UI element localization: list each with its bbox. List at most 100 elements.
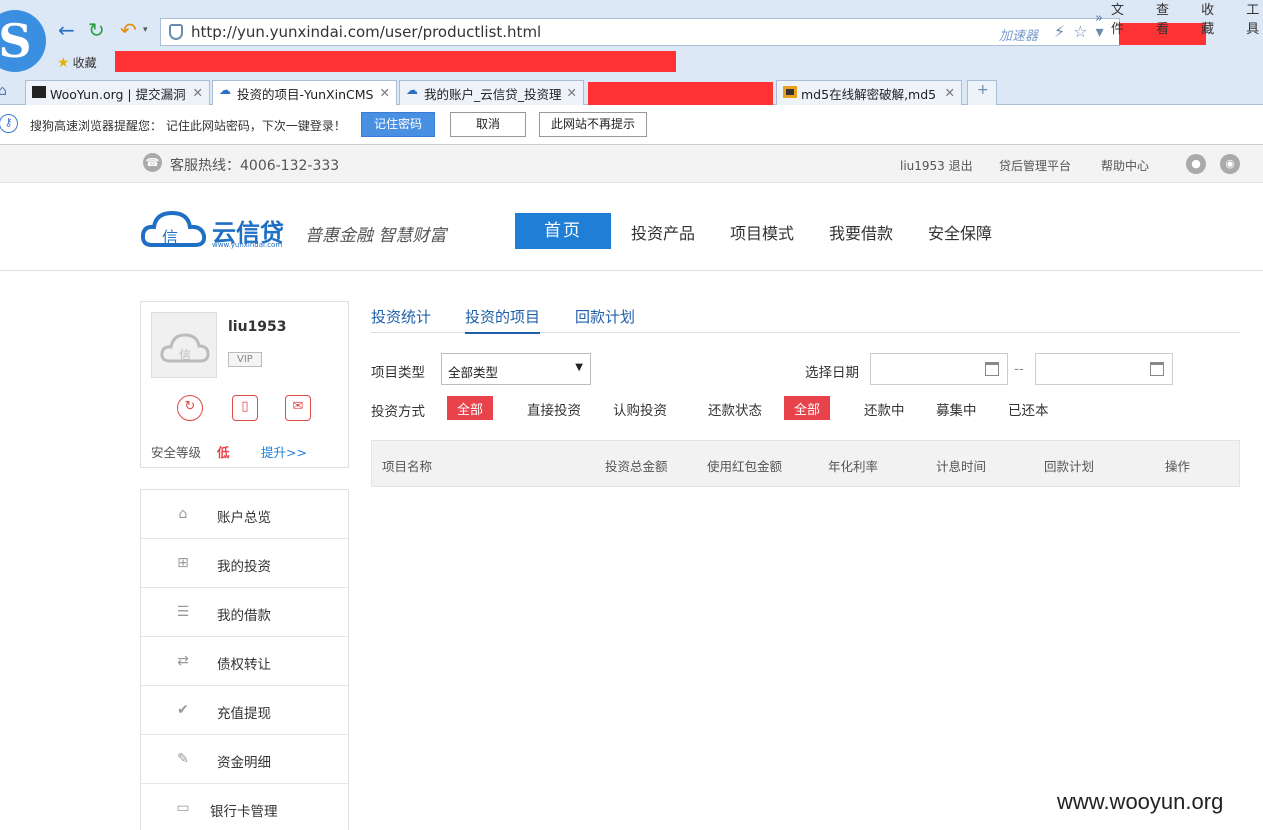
undo-dropdown-icon[interactable]: ▾ <box>143 25 148 35</box>
email-icon[interactable]: ✉ <box>285 395 311 421</box>
menu-file[interactable]: 文件 <box>1111 0 1128 37</box>
security-label: 安全等级 <box>151 445 202 460</box>
end-date-input[interactable] <box>1035 353 1173 385</box>
close-icon[interactable]: ✕ <box>945 85 955 100</box>
remember-password-button[interactable]: 记住密码 <box>361 112 435 137</box>
list-icon: ☰ <box>176 604 190 620</box>
sidebar-item-bank-cards[interactable]: ▭ 银行卡管理 <box>141 784 348 830</box>
redacted-tab <box>588 82 773 105</box>
method-all-chip[interactable]: 全部 <box>447 396 494 420</box>
start-date-input[interactable] <box>870 353 1008 385</box>
select-value: 全部类型 <box>448 365 499 380</box>
tab-title: 我的账户_云信贷_投资理 <box>424 87 562 102</box>
tab-title: 投资的项目-YunXinCMS <box>237 87 374 102</box>
username: liu1953 <box>228 319 287 335</box>
close-icon[interactable]: ✕ <box>567 85 577 100</box>
edit-icon: ✎ <box>177 751 189 767</box>
wechat-icon[interactable]: ● <box>1186 154 1206 174</box>
dropdown-arrow-icon: ▼ <box>575 362 583 373</box>
svg-text:信: 信 <box>162 228 178 247</box>
calendar-icon[interactable] <box>985 362 999 376</box>
star-icon: ★ <box>57 54 70 71</box>
back-icon[interactable]: ← <box>58 18 75 42</box>
menu-tools[interactable]: 工具 <box>1246 0 1263 37</box>
nav-borrow[interactable]: 我要借款 <box>829 220 893 244</box>
site-logo-icon[interactable]: 信 <box>140 205 210 251</box>
menu-view[interactable]: 查看 <box>1156 0 1173 37</box>
site-topbar: ☎ 客服热线：4006-132-333 liu1953 退出 贷后管理平台 帮助… <box>0 145 1263 183</box>
tab-my-account[interactable]: ☁ 我的账户_云信贷_投资理 ✕ <box>399 80 584 105</box>
redacted-block <box>115 51 676 72</box>
new-tab-button[interactable]: + <box>967 80 997 105</box>
invest-method-label: 投资方式 <box>371 404 425 420</box>
sidebar-item-my-loans[interactable]: ☰ 我的借款 <box>141 588 348 637</box>
menu-overflow-icon[interactable]: » <box>1095 11 1103 26</box>
tab-md5[interactable]: md5在线解密破解,md5 ✕ <box>776 80 962 105</box>
close-icon[interactable]: ✕ <box>380 85 390 100</box>
sidebar-item-label: 资金明细 <box>217 755 271 771</box>
upgrade-link[interactable]: 提升>> <box>261 442 307 461</box>
calendar-icon[interactable] <box>1150 362 1164 376</box>
user-logout-link[interactable]: liu1953 退出 <box>900 157 973 174</box>
tab-title: WooYun.org | 提交漏洞 <box>50 87 186 102</box>
account-sidebar: ⌂ 账户总览 ⊞ 我的投资 ☰ 我的借款 ⇄ 债权转让 ✔ 充值提现 ✎ 资金明… <box>140 489 349 830</box>
tab-wooyun[interactable]: WooYun.org | 提交漏洞 ✕ <box>25 80 210 105</box>
sidebar-item-label: 账户总览 <box>217 510 271 526</box>
menu-favorites[interactable]: 收藏 <box>1201 0 1218 37</box>
url-text[interactable]: http://yun.yunxindai.com/user/productlis… <box>191 23 541 41</box>
col-red-packet: 使用红包金额 <box>707 459 783 474</box>
nav-invest-products[interactable]: 投资产品 <box>631 220 695 244</box>
col-repayment-plan: 回款计划 <box>1044 459 1095 474</box>
profile-card: 信 liu1953 VIP ↻ ▯ ✉ 安全等级 低 提升>> <box>140 301 349 468</box>
never-remind-button[interactable]: 此网站不再提示 <box>539 112 647 137</box>
sidebar-item-label: 债权转让 <box>217 657 271 673</box>
lock-icon[interactable]: ↻ <box>177 395 203 421</box>
undo-icon[interactable]: ↶ <box>120 18 137 42</box>
status-repaid[interactable]: 已还本 <box>1008 399 1049 419</box>
grid-icon: ⊞ <box>177 555 189 571</box>
method-subscribe[interactable]: 认购投资 <box>613 399 667 419</box>
watermark: www.wooyun.org <box>1057 789 1224 814</box>
key-icon: ⚷ <box>0 114 18 133</box>
tab-yunxincms[interactable]: ☁ 投资的项目-YunXinCMS ✕ <box>212 80 397 105</box>
sidebar-item-my-investment[interactable]: ⊞ 我的投资 <box>141 539 348 588</box>
nav-project-mode[interactable]: 项目模式 <box>730 220 794 244</box>
after-loan-link[interactable]: 贷后管理平台 <box>999 157 1071 174</box>
address-bar[interactable]: http://yun.yunxindai.com/user/productlis… <box>160 18 1120 46</box>
vip-badge: VIP <box>228 352 262 367</box>
status-all-chip[interactable]: 全部 <box>784 396 831 420</box>
cancel-button[interactable]: 取消 <box>450 112 526 137</box>
date-label: 选择日期 <box>805 365 859 381</box>
sidebar-item-label: 充值提现 <box>217 706 271 722</box>
status-raising[interactable]: 募集中 <box>936 399 977 419</box>
transfer-icon: ⇄ <box>177 653 189 669</box>
refresh-icon[interactable]: ↻ <box>88 18 105 42</box>
help-center-link[interactable]: 帮助中心 <box>1101 157 1149 174</box>
nav-security[interactable]: 安全保障 <box>928 220 992 244</box>
tab-repayment-plan[interactable]: 回款计划 <box>575 306 635 327</box>
tab-invest-stats[interactable]: 投资统计 <box>371 306 431 327</box>
close-icon[interactable]: ✕ <box>193 85 203 100</box>
cloud-favicon-icon: ☁ <box>219 83 231 97</box>
notice-text: 搜狗高速浏览器提醒您： 记住此网站密码，下次一键登录！ <box>30 119 346 133</box>
weibo-icon[interactable]: ◉ <box>1220 154 1240 174</box>
repay-status-label: 还款状态 <box>708 403 762 419</box>
home-icon: ⌂ <box>178 506 188 522</box>
status-repaying[interactable]: 还款中 <box>864 399 905 419</box>
sidebar-item-recharge-withdraw[interactable]: ✔ 充值提现 <box>141 686 348 735</box>
nav-home[interactable]: 首页 <box>515 213 611 249</box>
date-separator: -- <box>1014 361 1024 377</box>
sidebar-item-overview[interactable]: ⌂ 账户总览 <box>141 490 348 539</box>
mobile-icon[interactable]: ▯ <box>232 395 258 421</box>
sidebar-item-fund-details[interactable]: ✎ 资金明细 <box>141 735 348 784</box>
avatar[interactable]: 信 <box>151 312 217 378</box>
md5-favicon-icon <box>783 86 797 98</box>
favorites-button[interactable]: ★ 收藏 <box>57 54 97 71</box>
col-interest-time: 计息时间 <box>936 459 987 474</box>
tab-invested-projects[interactable]: 投资的项目 <box>465 306 541 334</box>
sidebar-item-debt-transfer[interactable]: ⇄ 债权转让 <box>141 637 348 686</box>
project-type-select[interactable]: 全部类型 ▼ <box>441 353 591 385</box>
home-tab-icon[interactable]: ⌂ <box>0 83 7 99</box>
accelerator-label[interactable]: 加速器 <box>999 25 1038 44</box>
method-direct[interactable]: 直接投资 <box>527 399 581 419</box>
